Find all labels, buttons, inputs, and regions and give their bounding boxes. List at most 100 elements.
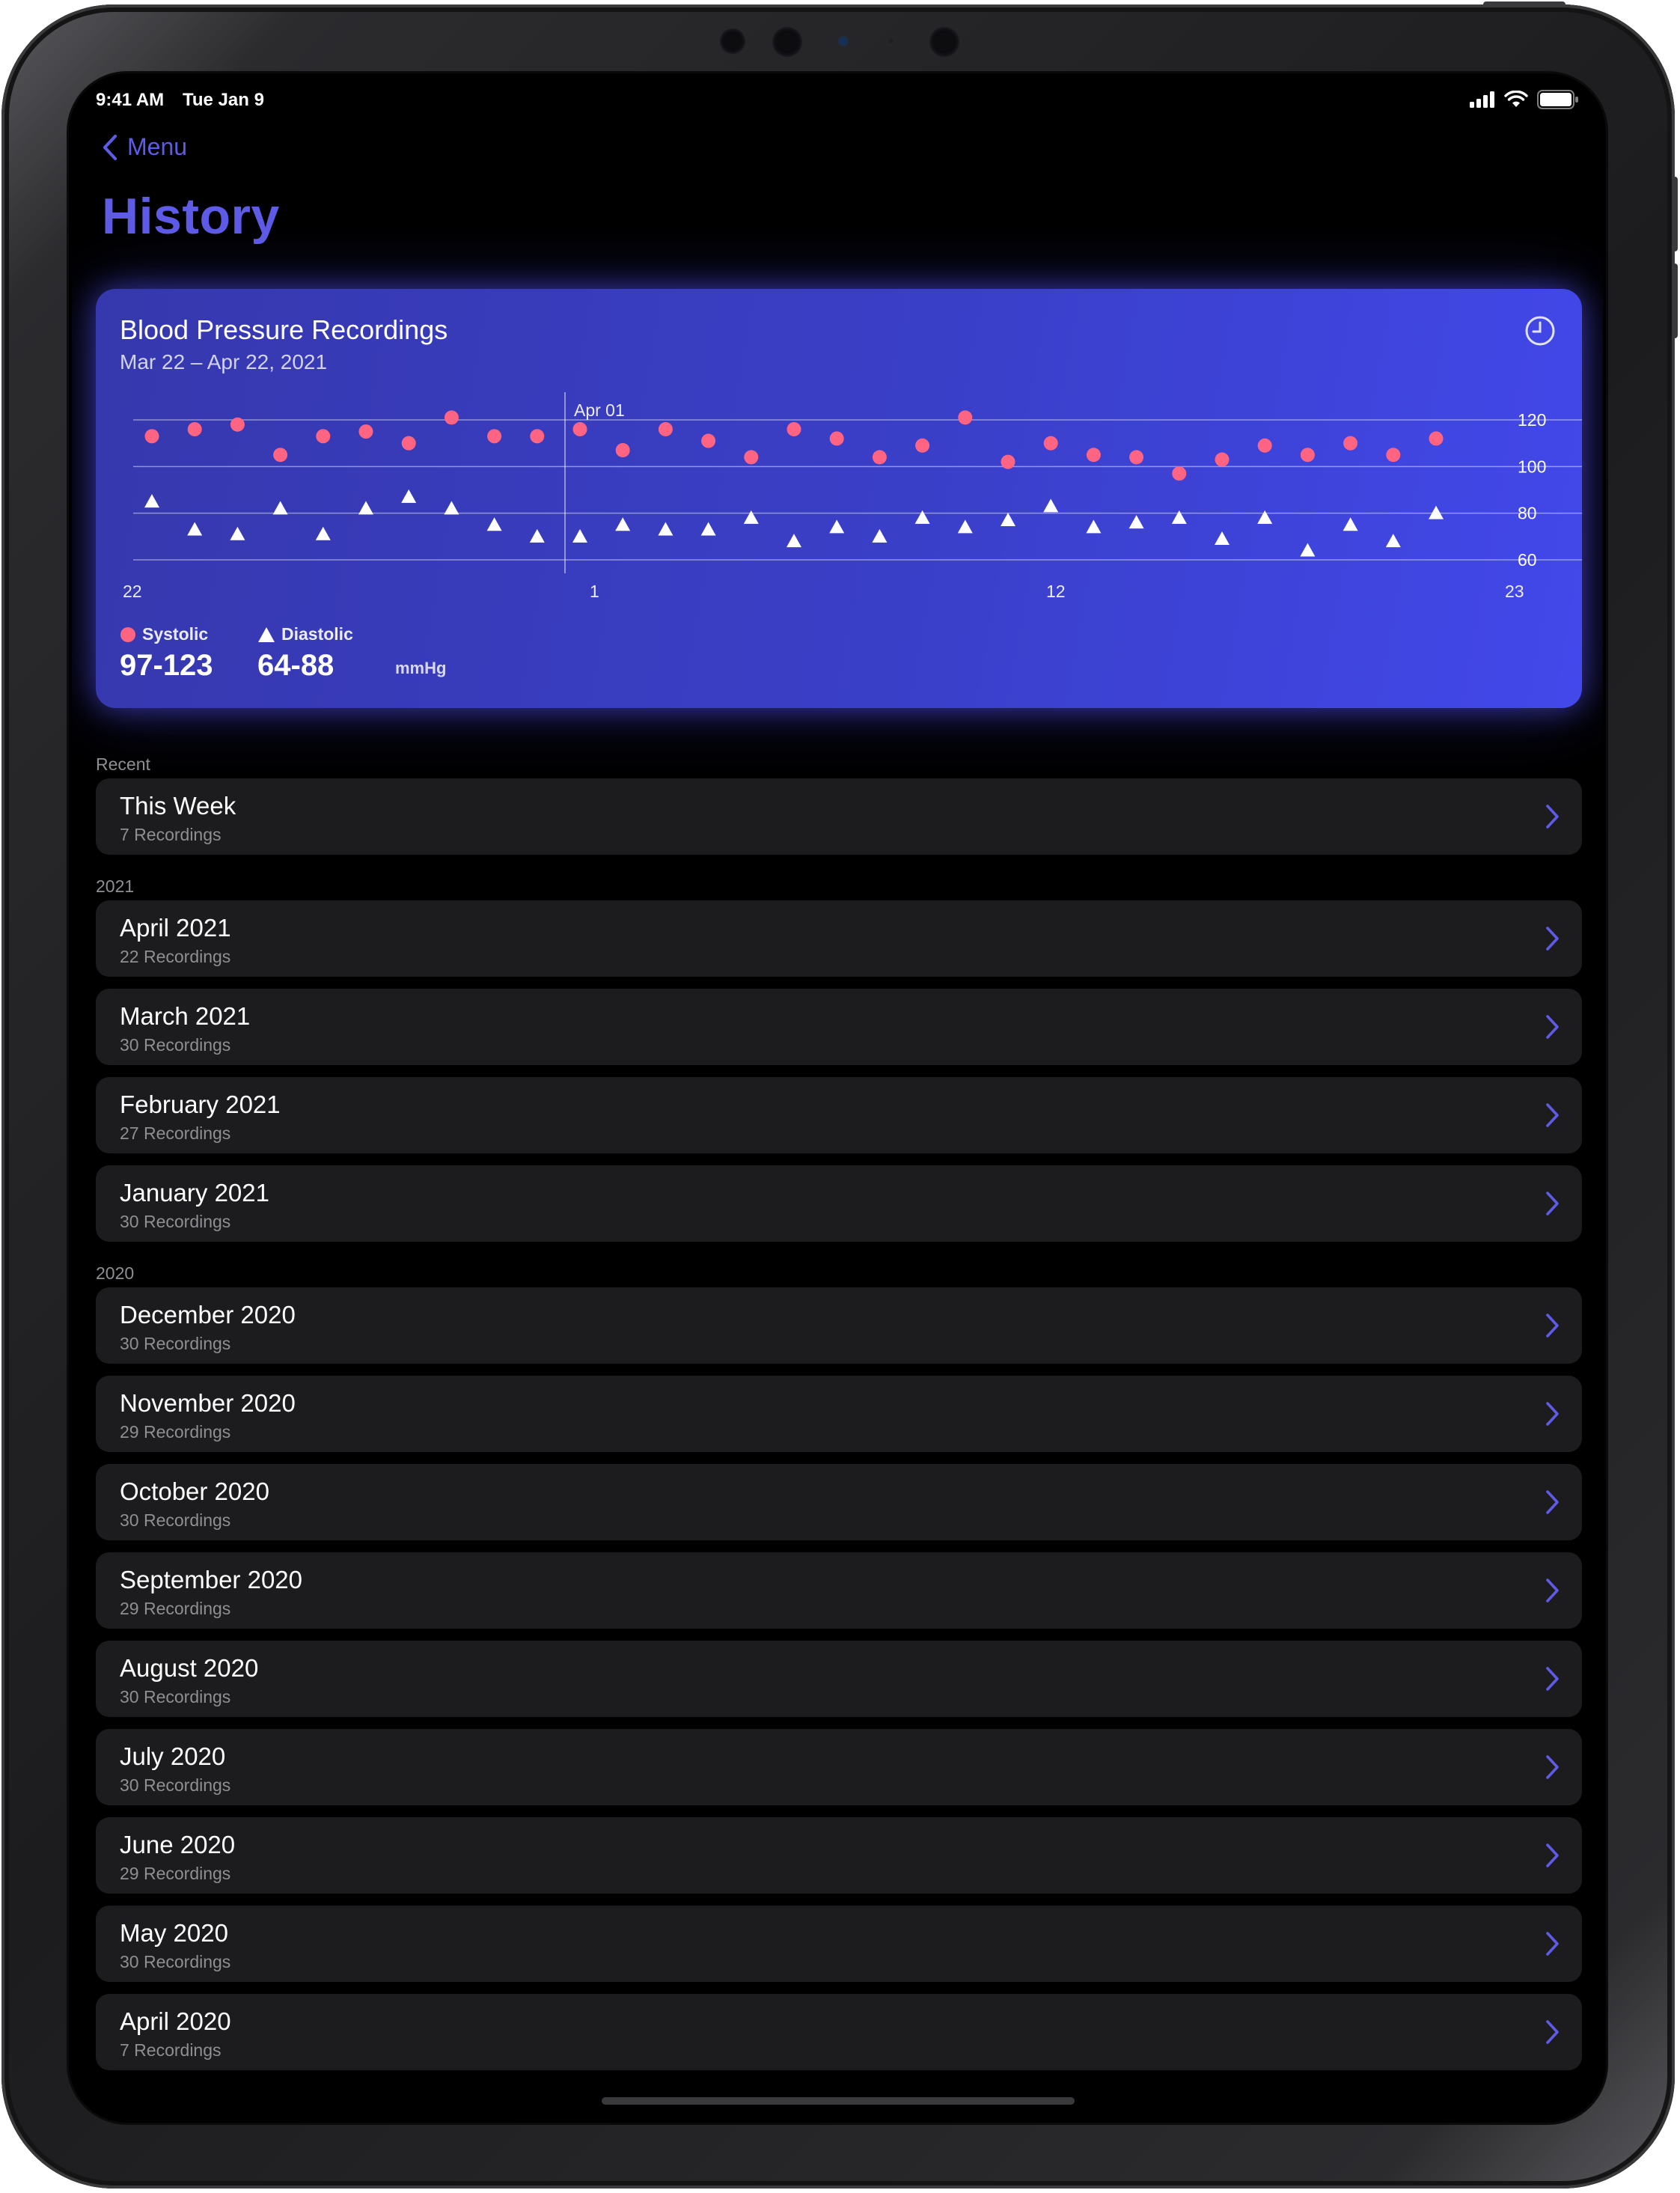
chevron-right-icon [1546,1755,1559,1779]
history-row[interactable]: November 2020 29 Recordings [96,1376,1582,1452]
y-tick-label: 60 [1518,550,1537,570]
card-title: Blood Pressure Recordings [120,314,448,345]
systolic-point [786,421,801,436]
history-row[interactable]: April 2020 7 Recordings [96,1994,1582,2070]
diastolic-point [1043,498,1059,513]
row-recording-count: 30 Recordings [120,1687,231,1706]
systolic-point [444,410,459,425]
systolic-range: 97-123 [120,649,213,682]
app-screen: 9:41 AM Tue Jan 9 Menu History 120 100 8… [72,76,1603,2120]
back-button-label: Menu [127,133,188,160]
systolic-point [1043,436,1058,451]
row-recording-count: 29 Recordings [120,1864,231,1883]
history-row[interactable]: This Week 7 Recordings [96,778,1582,855]
history-row[interactable]: December 2020 30 Recordings [96,1287,1582,1364]
history-row[interactable]: July 2020 30 Recordings [96,1729,1582,1805]
systolic-point [401,436,416,451]
chevron-right-icon [1546,1843,1559,1867]
systolic-point [1429,431,1444,446]
systolic-point [487,429,502,444]
diastolic-triangle-icon [258,626,275,642]
home-indicator[interactable] [602,2097,1075,2105]
status-date: Tue Jan 9 [183,90,264,110]
blood-pressure-summary-card[interactable]: 120 100 80 60 Apr 01 22 1 12 23 Blood Pressure R… [96,289,1582,708]
systolic-circle-icon [120,626,135,642]
sensor-dot [772,27,802,57]
diastolic-point [358,501,373,515]
chevron-right-icon [1546,1490,1559,1514]
diastolic-point [1001,513,1015,527]
systolic-point [658,421,673,436]
diastolic-point [486,517,502,531]
row-title: May 2020 [120,1919,228,1947]
legend-systolic: Systolic 97-123 [120,624,213,683]
section-header: 2020 [96,1263,135,1283]
systolic-point [358,424,373,439]
diastolic-point [1171,510,1187,524]
row-title: June 2020 [120,1831,236,1858]
systolic-point [915,438,930,453]
section-header: Recent [96,754,150,774]
page-title: History [102,188,280,245]
diastolic-point [658,522,673,536]
annotation-label: Apr 01 [574,400,625,420]
diastolic-point [1128,515,1144,529]
systolic-point [273,448,288,463]
diastolic-point [786,534,801,548]
systolic-point [1172,466,1187,481]
systolic-point [1343,436,1358,451]
systolic-point [1086,448,1101,463]
row-recording-count: 30 Recordings [120,1775,231,1795]
history-row[interactable]: May 2020 30 Recordings [96,1906,1582,1982]
row-title: March 2021 [120,1002,251,1030]
history-row[interactable]: June 2020 29 Recordings [96,1817,1582,1894]
back-button[interactable]: Menu [102,133,187,161]
row-title: This Week [120,792,236,820]
row-title: February 2021 [120,1091,281,1118]
history-row[interactable]: September 2020 29 Recordings [96,1552,1582,1629]
chevron-right-icon [1546,1932,1559,1956]
row-title: January 2021 [120,1179,269,1207]
volume-down-button [1672,263,1678,338]
systolic-point [829,431,844,446]
diastolic-point [529,528,545,543]
wifi-icon [1504,91,1528,107]
status-time: 9:41 AM [96,90,165,110]
systolic-point [701,433,716,448]
systolic-point [1257,438,1272,453]
row-title: December 2020 [120,1301,296,1329]
row-title: October 2020 [120,1477,269,1505]
history-row[interactable]: January 2021 30 Recordings [96,1165,1582,1242]
clock-icon[interactable] [1524,314,1557,347]
diastolic-point [144,494,159,508]
chevron-right-icon [1546,1192,1559,1216]
diastolic-point [230,526,245,540]
diastolic-point [615,517,631,531]
history-row[interactable]: February 2021 27 Recordings [96,1077,1582,1153]
systolic-point [958,410,973,425]
history-row[interactable]: March 2021 30 Recordings [96,989,1582,1065]
sensor-dot [720,28,745,54]
row-recording-count: 27 Recordings [120,1123,231,1143]
chevron-right-icon [1546,1667,1559,1691]
history-row[interactable]: August 2020 30 Recordings [96,1641,1582,1717]
systolic-point [316,429,331,444]
systolic-point [1001,454,1015,469]
unit-label: mmHg [395,659,447,677]
row-recording-count: 29 Recordings [120,1599,231,1618]
history-row[interactable]: April 2021 22 Recordings [96,900,1582,977]
diastolic-point [829,519,845,534]
diastolic-point [700,522,716,536]
diastolic-point [1215,531,1230,545]
diastolic-point [914,510,930,524]
status-icons [1470,90,1579,109]
diastolic-point [1429,505,1444,519]
systolic-point [144,429,159,444]
history-row[interactable]: October 2020 30 Recordings [96,1464,1582,1540]
diastolic-range: 64-88 [257,649,335,682]
x-tick-label: 22 [123,582,142,601]
diastolic-point [572,528,587,543]
row-title: April 2021 [120,914,231,942]
diastolic-point [1300,543,1316,557]
systolic-point [230,417,245,432]
